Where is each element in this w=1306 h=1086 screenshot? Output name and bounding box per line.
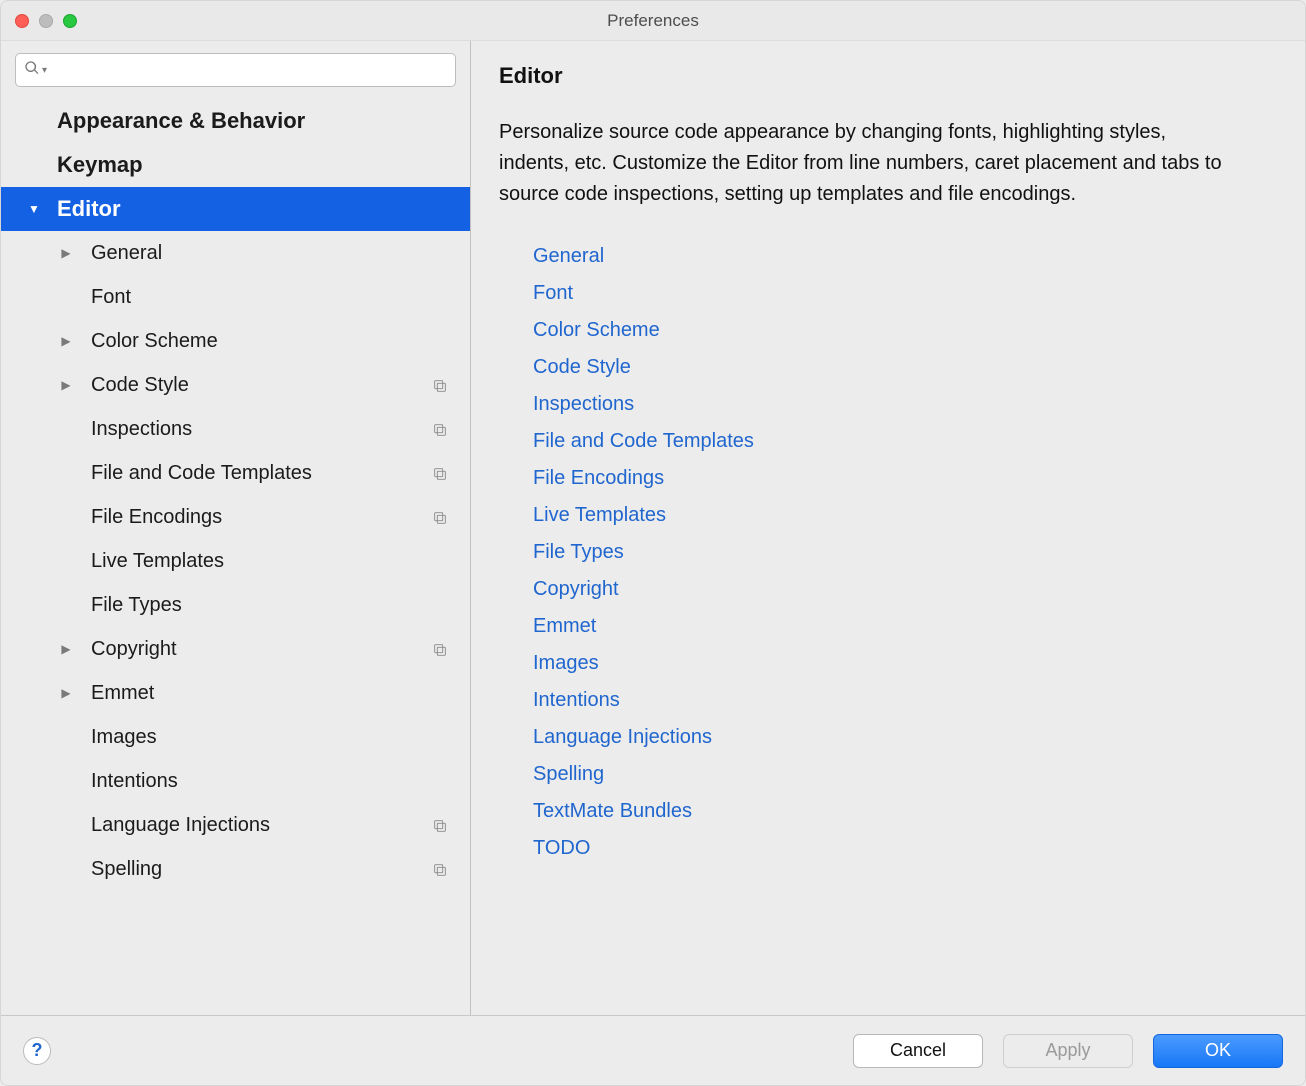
link-images[interactable]: Images xyxy=(533,645,1277,682)
detail-pane: Editor Personalize source code appearanc… xyxy=(471,41,1305,1015)
tree-item-label: File Encodings xyxy=(91,506,222,529)
tree-item-label: Font xyxy=(91,286,131,309)
tree-item-label: General xyxy=(91,242,162,265)
tree-item-spelling[interactable]: Spelling xyxy=(1,847,470,891)
page-description: Personalize source code appearance by ch… xyxy=(499,117,1239,210)
tree-item-label: Code Style xyxy=(91,374,189,397)
ok-button[interactable]: OK xyxy=(1153,1034,1283,1068)
scheme-icon xyxy=(432,817,448,833)
chevron-right-icon[interactable]: ▶ xyxy=(59,642,73,656)
link-code-style[interactable]: Code Style xyxy=(533,349,1277,386)
link-copyright[interactable]: Copyright xyxy=(533,571,1277,608)
sidebar: ▾ Appearance & Behavior Keymap ▼ Editor ▶ Gen… xyxy=(1,41,471,1015)
cancel-button[interactable]: Cancel xyxy=(853,1034,983,1068)
apply-button: Apply xyxy=(1003,1034,1133,1068)
chevron-right-icon[interactable]: ▶ xyxy=(59,686,73,700)
subpage-links: GeneralFontColor SchemeCode StyleInspect… xyxy=(499,238,1277,867)
tree-item-appearance-behavior[interactable]: Appearance & Behavior xyxy=(1,99,470,143)
tree-item-emmet[interactable]: ▶ Emmet xyxy=(1,671,470,715)
link-general[interactable]: General xyxy=(533,238,1277,275)
scheme-icon xyxy=(432,421,448,437)
tree-item-general[interactable]: ▶ General xyxy=(1,231,470,275)
tree-item-live-templates[interactable]: Live Templates xyxy=(1,539,470,583)
link-spelling[interactable]: Spelling xyxy=(533,756,1277,793)
tree-item-label: Live Templates xyxy=(91,550,224,573)
tree-item-keymap[interactable]: Keymap xyxy=(1,143,470,187)
search-dropdown-icon[interactable]: ▾ xyxy=(42,65,47,76)
link-font[interactable]: Font xyxy=(533,275,1277,312)
content-area: ▾ Appearance & Behavior Keymap ▼ Editor ▶ Gen… xyxy=(1,41,1305,1015)
tree-item-copyright[interactable]: ▶ Copyright xyxy=(1,627,470,671)
tree-item-images[interactable]: Images xyxy=(1,715,470,759)
tree-item-file-types[interactable]: File Types xyxy=(1,583,470,627)
tree-item-intentions[interactable]: Intentions xyxy=(1,759,470,803)
tree-item-language-injections[interactable]: Language Injections xyxy=(1,803,470,847)
scheme-icon xyxy=(432,641,448,657)
link-intentions[interactable]: Intentions xyxy=(533,682,1277,719)
scheme-icon xyxy=(432,465,448,481)
chevron-down-icon[interactable]: ▼ xyxy=(27,202,41,216)
tree-item-label: Keymap xyxy=(57,152,143,178)
tree-item-label: File Types xyxy=(91,594,182,617)
tree-item-editor[interactable]: ▼ Editor xyxy=(1,187,470,231)
tree-item-label: Editor xyxy=(57,196,121,222)
link-inspections[interactable]: Inspections xyxy=(533,386,1277,423)
tree-item-label: Color Scheme xyxy=(91,330,218,353)
window-title: Preferences xyxy=(1,11,1305,31)
link-todo[interactable]: TODO xyxy=(533,830,1277,867)
tree-item-font[interactable]: Font xyxy=(1,275,470,319)
tree-item-label: Appearance & Behavior xyxy=(57,108,305,134)
link-language-injections[interactable]: Language Injections xyxy=(533,719,1277,756)
titlebar: Preferences xyxy=(1,1,1305,41)
tree-item-label: Intentions xyxy=(91,770,178,793)
tree-item-color-scheme[interactable]: ▶ Color Scheme xyxy=(1,319,470,363)
search-input[interactable] xyxy=(53,61,447,79)
tree-item-file-encodings[interactable]: File Encodings xyxy=(1,495,470,539)
link-textmate-bundles[interactable]: TextMate Bundles xyxy=(533,793,1277,830)
chevron-right-icon[interactable]: ▶ xyxy=(59,246,73,260)
settings-tree: Appearance & Behavior Keymap ▼ Editor ▶ Gener… xyxy=(1,95,470,1015)
chevron-right-icon[interactable]: ▶ xyxy=(59,378,73,392)
link-color-scheme[interactable]: Color Scheme xyxy=(533,312,1277,349)
tree-item-label: Copyright xyxy=(91,638,177,661)
tree-item-file-and-code-templates[interactable]: File and Code Templates xyxy=(1,451,470,495)
tree-item-label: Emmet xyxy=(91,682,154,705)
tree-item-label: Images xyxy=(91,726,157,749)
tree-item-code-style[interactable]: ▶ Code Style xyxy=(1,363,470,407)
help-button[interactable]: ? xyxy=(23,1037,51,1065)
tree-item-inspections[interactable]: Inspections xyxy=(1,407,470,451)
search-icon xyxy=(24,60,40,81)
scheme-icon xyxy=(432,861,448,877)
link-emmet[interactable]: Emmet xyxy=(533,608,1277,645)
link-file-encodings[interactable]: File Encodings xyxy=(533,460,1277,497)
scheme-icon xyxy=(432,509,448,525)
chevron-right-icon[interactable]: ▶ xyxy=(59,334,73,348)
tree-item-label: Inspections xyxy=(91,418,192,441)
link-file-and-code-templates[interactable]: File and Code Templates xyxy=(533,423,1277,460)
link-file-types[interactable]: File Types xyxy=(533,534,1277,571)
tree-item-label: Spelling xyxy=(91,858,162,881)
scheme-icon xyxy=(432,377,448,393)
tree-item-label: Language Injections xyxy=(91,814,270,837)
page-title: Editor xyxy=(499,63,1277,89)
tree-item-label: File and Code Templates xyxy=(91,462,312,485)
search-field-container[interactable]: ▾ xyxy=(15,53,456,87)
footer: ? Cancel Apply OK xyxy=(1,1015,1305,1085)
preferences-window: Preferences ▾ Appearance & Behavior Keyma… xyxy=(0,0,1306,1086)
link-live-templates[interactable]: Live Templates xyxy=(533,497,1277,534)
